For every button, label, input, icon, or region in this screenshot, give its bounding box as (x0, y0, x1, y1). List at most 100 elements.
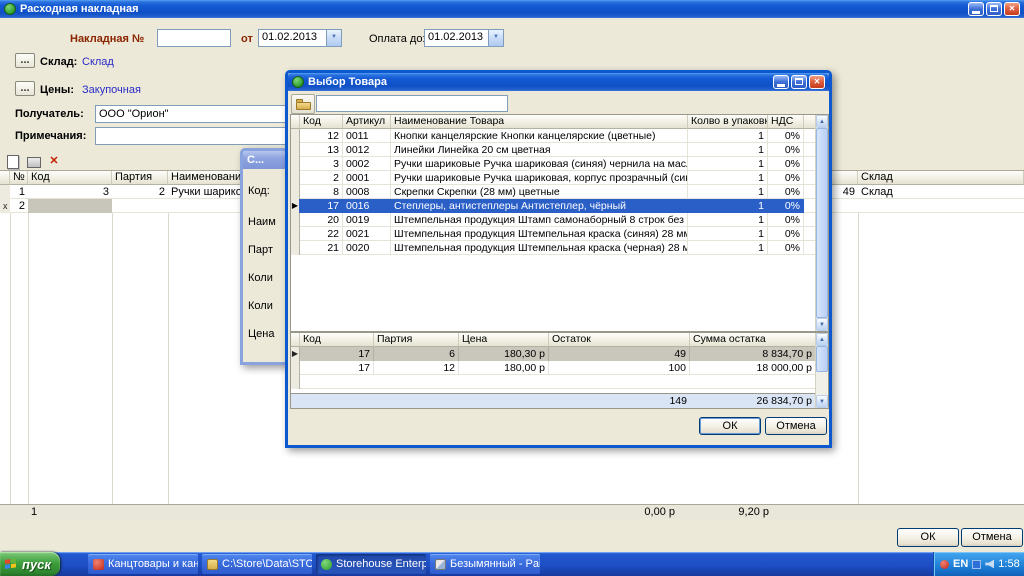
grid-gutter-header (291, 115, 300, 129)
pay-until-label: Оплата до: (369, 33, 426, 45)
pay-until-combo[interactable]: 01.02.2013 ▼ (424, 29, 504, 47)
row-pointer-icon: ▶ (291, 199, 300, 213)
scroll-down-icon[interactable]: ▼ (816, 395, 828, 408)
language-indicator[interactable]: EN (953, 558, 968, 570)
maximize-icon[interactable] (986, 2, 1002, 16)
item-dialog: С... Код: Наим Парт Коли Коли Цена (240, 148, 288, 365)
item-qty2-label: Коли (248, 300, 273, 312)
row-indicator (0, 185, 10, 199)
product-search-input[interactable] (316, 95, 508, 112)
column-header-vat[interactable]: НДС (768, 115, 804, 129)
print-icon[interactable] (27, 157, 41, 168)
screen: { "window": { "title": "Расходная наклад… (0, 0, 1024, 576)
scroll-up-icon[interactable]: ▲ (816, 333, 828, 346)
gridline (112, 185, 113, 504)
item-dialog-titlebar[interactable]: С... (243, 151, 285, 169)
product-row-selected[interactable]: ▶ 17 0016 Степлеры, антистеплеры Антисте… (291, 199, 815, 213)
date-from-combo[interactable]: 01.02.2013 ▼ (258, 29, 342, 47)
volume-icon[interactable] (985, 560, 994, 569)
close-icon[interactable]: ✕ (809, 75, 825, 89)
focused-cell[interactable] (28, 199, 112, 213)
task-label: Канцтовары и канц... (108, 558, 198, 570)
gridline (10, 185, 11, 504)
scroll-up-icon[interactable]: ▲ (816, 115, 828, 128)
product-dialog: Выбор Товара ✕ Код Артикул Наименование … (285, 70, 832, 448)
item-price-label: Цена (248, 328, 274, 340)
invoice-number-label: Накладная № (70, 33, 144, 45)
product-row[interactable]: 22 0021 Штемпельная продукция Штемпельна… (291, 227, 815, 241)
row-indicator: х (0, 199, 10, 213)
row-pointer-icon: ▶ (291, 347, 300, 361)
column-header-sum[interactable]: Сумма остатка (690, 333, 815, 347)
open-folder-button[interactable] (291, 94, 315, 114)
task-label: Безымянный - Paint (450, 558, 540, 570)
product-row[interactable]: 20 0019 Штемпельная продукция Штамп само… (291, 213, 815, 227)
warehouse-picker-button[interactable]: ... (15, 53, 35, 68)
product-row[interactable]: 3 0002 Ручки шариковые Ручка шариковая (… (291, 157, 815, 171)
dialog-cancel-button[interactable]: Отмена (765, 417, 827, 435)
column-header-article[interactable]: Артикул (343, 115, 391, 129)
app-icon (4, 3, 16, 15)
product-row[interactable]: 21 0020 Штемпельная продукция Штемпельна… (291, 241, 815, 255)
product-row[interactable]: 8 0008 Скрепки Скрепки (28 мм) цветные 1… (291, 185, 815, 199)
close-icon[interactable]: ✕ (1004, 2, 1020, 16)
taskbar: пуск Канцтовары и канц... C:\Store\Data\… (0, 552, 1024, 576)
task-label: Storehouse Enterprise (336, 558, 426, 570)
column-header-name[interactable]: Наименование Товара (391, 115, 688, 129)
ok-button[interactable]: ОК (897, 528, 959, 547)
scrollbar-thumb[interactable] (816, 346, 828, 372)
column-header-batch[interactable]: Партия (112, 171, 168, 185)
products-scrollbar[interactable]: ▲ ▼ (815, 115, 828, 331)
item-qty-label: Коли (248, 272, 273, 284)
prices-value: Закупочная (82, 84, 141, 96)
taskbar-task-storehouse[interactable]: Storehouse Enterprise (316, 554, 426, 574)
column-header-code[interactable]: Код (300, 333, 374, 347)
batch-row[interactable]: 17 12 180,00 р 100 18 000,00 р (291, 361, 815, 375)
column-header-warehouse[interactable]: Склад (858, 171, 1024, 185)
product-row[interactable]: 2 0001 Ручки шариковые Ручка шариковая, … (291, 171, 815, 185)
folder-icon (296, 102, 311, 110)
product-row[interactable]: 13 0012 Линейки Линейка 20 см цветная 1 … (291, 143, 815, 157)
system-tray: EN 1:58 (933, 552, 1024, 576)
column-header-code[interactable]: Код (300, 115, 343, 129)
column-header-stock[interactable]: Остаток (549, 333, 690, 347)
column-header-code[interactable]: Код (28, 171, 112, 185)
product-dialog-title: Выбор Товара (308, 76, 387, 88)
minimize-icon[interactable] (773, 75, 789, 89)
scrollbar-thumb[interactable] (816, 128, 828, 318)
column-header-pack[interactable]: Колво в упаковке (688, 115, 768, 129)
column-header-price[interactable]: Цена (459, 333, 549, 347)
chevron-down-icon[interactable]: ▼ (326, 30, 341, 46)
batch-row-empty[interactable] (291, 375, 815, 389)
dialog-ok-button[interactable]: ОК (699, 417, 761, 435)
column-header-batch[interactable]: Партия (374, 333, 459, 347)
column-header-fill (804, 115, 815, 129)
prices-label: Цены: (40, 84, 74, 96)
column-header-num[interactable]: № (10, 171, 28, 185)
taskbar-task-paint[interactable]: Безымянный - Paint (430, 554, 540, 574)
notes-label: Примечания: (15, 130, 86, 142)
minimize-icon[interactable] (968, 2, 984, 16)
tray-network-icon[interactable] (972, 560, 981, 569)
invoice-number-input[interactable] (157, 29, 231, 47)
warehouse-value: Склад (82, 56, 114, 68)
taskbar-task-stationery[interactable]: Канцтовары и канц... (88, 554, 198, 574)
taskbar-task-explorer[interactable]: C:\Store\Data\STOR... (202, 554, 312, 574)
scroll-down-icon[interactable]: ▼ (816, 318, 828, 331)
maximize-icon[interactable] (791, 75, 807, 89)
delete-row-icon[interactable]: ✕ (47, 154, 61, 168)
batch-row-selected[interactable]: ▶ 17 6 180,30 р 49 8 834,70 р (291, 347, 815, 361)
start-button[interactable]: пуск (0, 552, 60, 576)
prices-picker-button[interactable]: ... (15, 81, 35, 96)
tray-alert-icon[interactable] (940, 560, 949, 569)
pay-until-value: 01.02.2013 (425, 30, 488, 46)
chevron-down-icon[interactable]: ▼ (488, 30, 503, 46)
batches-scrollbar[interactable]: ▲ ▼ (815, 333, 828, 408)
new-row-icon[interactable] (7, 155, 19, 169)
main-titlebar[interactable]: Расходная накладная ✕ (0, 0, 1024, 18)
product-row[interactable]: 12 0011 Кнопки канцелярские Кнопки канце… (291, 129, 815, 143)
grid-footer: 1 0,00 р 9,20 р (0, 504, 1024, 519)
cancel-button[interactable]: Отмена (961, 528, 1023, 547)
product-dialog-titlebar[interactable]: Выбор Товара ✕ (288, 73, 829, 91)
total-stock: 149 (549, 394, 690, 408)
